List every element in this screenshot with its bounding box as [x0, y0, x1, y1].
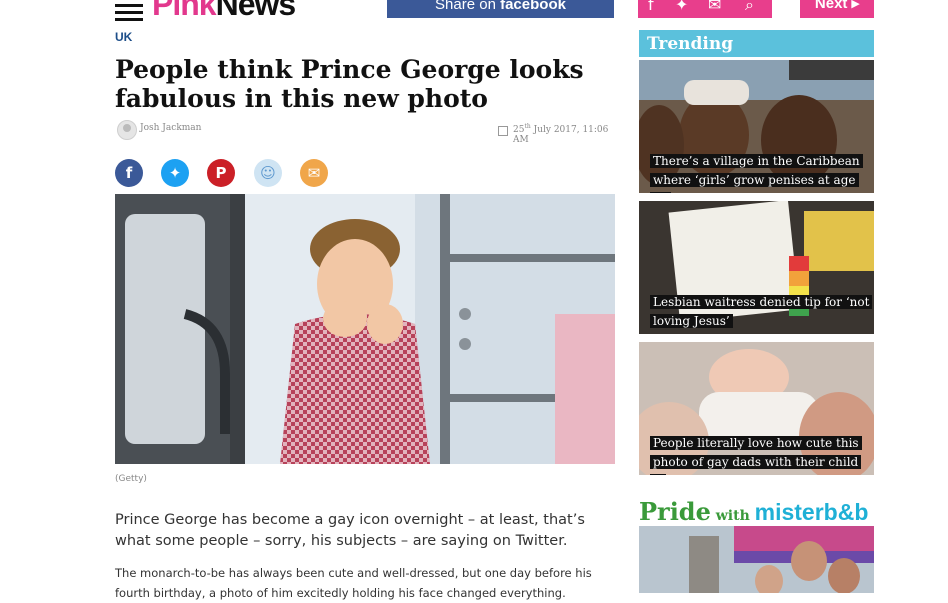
article-lead: Prince George has become a gay icon over…: [115, 512, 585, 549]
trending-headline[interactable]: There’s a village in the Caribbean where…: [650, 152, 874, 193]
author-avatar: [117, 120, 137, 140]
header-icon-bar: f ✦ ✉ ⌕: [638, 0, 772, 18]
trending-headline[interactable]: Lesbian waitress denied tip for ‘not lov…: [650, 293, 874, 331]
author-name[interactable]: Josh Jackman: [140, 123, 201, 133]
share-on-facebook-button[interactable]: Share on facebook: [387, 0, 614, 18]
facebook-icon[interactable]: f: [115, 159, 143, 187]
email-icon[interactable]: ✉: [708, 0, 721, 14]
trending-title: Trending: [647, 34, 734, 54]
byline: Josh Jackman 25th July 2017, 11:06 AM: [115, 120, 615, 145]
date-day: 25: [513, 125, 525, 135]
ad-brand: misterb&b: [754, 499, 869, 525]
pride-word: Pride: [639, 497, 711, 526]
pinterest-icon[interactable]: P: [207, 159, 235, 187]
trending-card[interactable]: People literally love how cute this phot…: [639, 342, 874, 475]
email-icon[interactable]: ✉: [300, 159, 328, 187]
facebook-icon[interactable]: f: [648, 0, 654, 14]
category-label[interactable]: UK: [115, 30, 132, 44]
twitter-icon[interactable]: ✦: [161, 159, 189, 187]
trending-card[interactable]: There’s a village in the Caribbean where…: [639, 60, 874, 193]
next-article-button[interactable]: Next ▸: [800, 0, 874, 18]
menu-icon[interactable]: [115, 0, 143, 21]
publish-date: 25th July 2017, 11:06 AM: [513, 123, 615, 145]
logo-news-text: News: [215, 0, 297, 22]
logo-pink-text: Pink: [152, 0, 217, 22]
site-logo[interactable]: PinkNews: [152, 0, 297, 23]
reddit-icon[interactable]: ☺: [254, 159, 282, 187]
trending-headline[interactable]: People literally love how cute this phot…: [650, 434, 874, 475]
trending-header: Trending: [639, 30, 874, 57]
article-hero-image: [115, 194, 615, 464]
fb-share-prefix: Share on: [435, 0, 501, 13]
article-body: The monarch-to-be has always been cute a…: [115, 566, 592, 600]
fb-share-brand: facebook: [500, 0, 566, 13]
pride-with: with: [710, 508, 755, 524]
pride-ad-title[interactable]: Pride with misterb&b: [639, 497, 868, 526]
twitter-icon[interactable]: ✦: [675, 0, 688, 14]
image-caption: (Getty): [115, 474, 147, 484]
trending-card[interactable]: Lesbian waitress denied tip for ‘not lov…: [639, 201, 874, 334]
ad-image[interactable]: [639, 526, 874, 593]
calendar-icon: [498, 126, 508, 136]
article-headline: People think Prince George looks fabulou…: [115, 55, 584, 113]
search-icon[interactable]: ⌕: [745, 0, 754, 15]
